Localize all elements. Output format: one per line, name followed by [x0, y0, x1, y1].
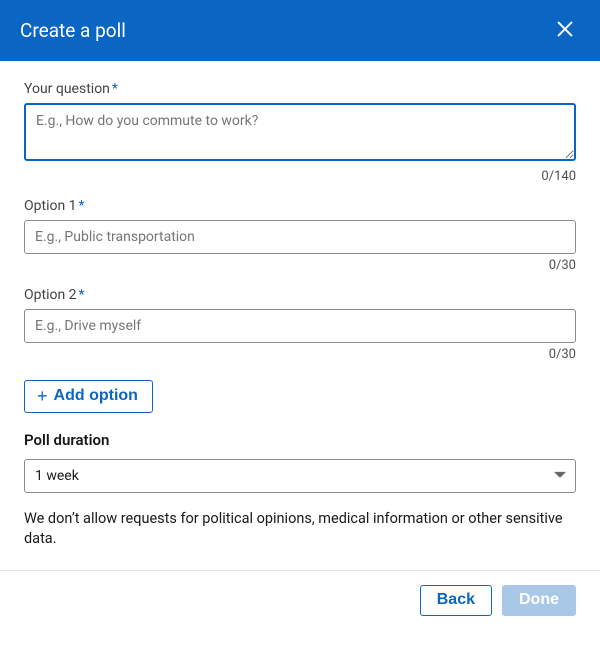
option-2-label-text: Option 2 [24, 287, 77, 303]
duration-field-group: Poll duration 1 week [24, 431, 576, 493]
option-1-input[interactable] [24, 220, 576, 254]
modal-title: Create a poll [20, 19, 126, 42]
duration-select-wrap: 1 week [24, 459, 576, 493]
modal-header: Create a poll [0, 0, 600, 61]
question-label-text: Your question [24, 81, 110, 97]
question-label: Your question* [24, 81, 576, 97]
close-icon [554, 18, 576, 43]
add-option-label: Add option [54, 387, 138, 405]
question-field-group: Your question* 0/140 [24, 81, 576, 184]
option-1-field-group: Option 1* 0/30 [24, 198, 576, 273]
duration-select[interactable]: 1 week [24, 459, 576, 493]
required-star-icon: * [79, 287, 85, 303]
required-star-icon: * [112, 81, 118, 97]
add-option-button[interactable]: + Add option [24, 380, 153, 413]
option-2-counter: 0/30 [24, 347, 576, 362]
required-star-icon: * [79, 198, 85, 214]
modal-footer: Back Done [0, 570, 600, 630]
modal-body: Your question* 0/140 Option 1* 0/30 Opti… [0, 61, 600, 558]
option-2-input[interactable] [24, 309, 576, 343]
plus-icon: + [37, 387, 48, 405]
option-1-label: Option 1* [24, 198, 576, 214]
done-button[interactable]: Done [502, 585, 576, 616]
question-input[interactable] [24, 103, 576, 161]
option-2-field-group: Option 2* 0/30 [24, 287, 576, 362]
question-counter: 0/140 [24, 169, 576, 184]
close-button[interactable] [550, 14, 580, 47]
duration-label: Poll duration [24, 431, 576, 449]
back-button[interactable]: Back [420, 585, 492, 616]
option-1-label-text: Option 1 [24, 198, 77, 214]
create-poll-modal: Create a poll Your question* 0/140 Optio… [0, 0, 600, 630]
disclaimer-text: We don’t allow requests for political op… [24, 509, 576, 548]
option-2-label: Option 2* [24, 287, 576, 303]
option-1-counter: 0/30 [24, 258, 576, 273]
